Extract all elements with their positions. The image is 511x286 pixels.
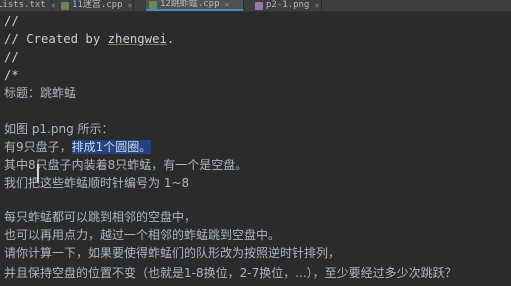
tab-12-cpp[interactable]: 12跳蚱蜢.cpp ✕ xyxy=(146,0,244,11)
code-line: 请你计算一下，如果要使得蚱蜢们的队形改为按照逆时针排列， xyxy=(4,246,341,260)
code-line: 我们把这些蚱蜢顺时针编号为 1~8 xyxy=(4,176,190,190)
close-icon[interactable]: ✕ xyxy=(128,1,133,10)
tab-lists-txt[interactable]: Lists.txt ✕ xyxy=(0,0,56,11)
tab-p2-1-png[interactable]: p2-1.png ✕ xyxy=(252,0,322,11)
code-line: 也可以再用点力，越过一个相邻的蚱蜢跳到空盘中。 xyxy=(4,228,281,242)
cpp-file-icon xyxy=(149,0,157,9)
tab-label: 12跳蚱蜢.cpp xyxy=(160,0,220,9)
code-line: /* xyxy=(4,68,19,82)
code-line: // Created by zhengwei. xyxy=(4,30,174,48)
close-icon[interactable]: ✕ xyxy=(225,0,230,9)
code-text: 有9只盘子， xyxy=(4,140,72,154)
author-name: zhengwei xyxy=(107,32,167,46)
code-text: // Created by xyxy=(4,32,108,46)
close-icon[interactable]: ✕ xyxy=(51,1,56,10)
editor-tab-bar: Lists.txt ✕ 11迷宫.cpp ✕ 12跳蚱蜢.cpp ✕ p2-1.… xyxy=(0,0,511,12)
code-line: 并且保持空盘的位置不变（也就是1-8换位，2-7换位，...），至少要经过多少次… xyxy=(4,266,457,280)
image-file-icon xyxy=(255,1,263,10)
tab-label: 11迷宫.cpp xyxy=(72,0,123,10)
code-line: 每只蚱蜢都可以跳到相邻的空盘中， xyxy=(4,210,197,224)
code-editor[interactable]: // // Created by zhengwei. // /* 标题：跳蚱蜢 … xyxy=(0,12,511,286)
close-icon[interactable]: ✕ xyxy=(314,1,319,10)
code-line: 其中8只盘子内装着8只蚱蜢，有一个是空盘。 xyxy=(4,158,248,172)
code-line: 有9只盘子，排成1个圆圈。 xyxy=(4,138,152,156)
tab-label: Lists.txt xyxy=(0,0,46,10)
code-line: // xyxy=(4,50,19,64)
tab-label: p2-1.png xyxy=(266,0,310,10)
code-line: 标题：跳蚱蜢 xyxy=(4,86,77,100)
cpp-file-icon xyxy=(61,1,69,10)
text-caret xyxy=(37,164,39,182)
text-selection: 排成1个圆圈。 xyxy=(71,140,152,154)
code-line: 如图 p1.png 所示： xyxy=(4,122,114,136)
code-text: . xyxy=(166,32,175,46)
tab-11-cpp[interactable]: 11迷宫.cpp ✕ xyxy=(58,0,134,11)
code-line: // xyxy=(4,14,19,28)
